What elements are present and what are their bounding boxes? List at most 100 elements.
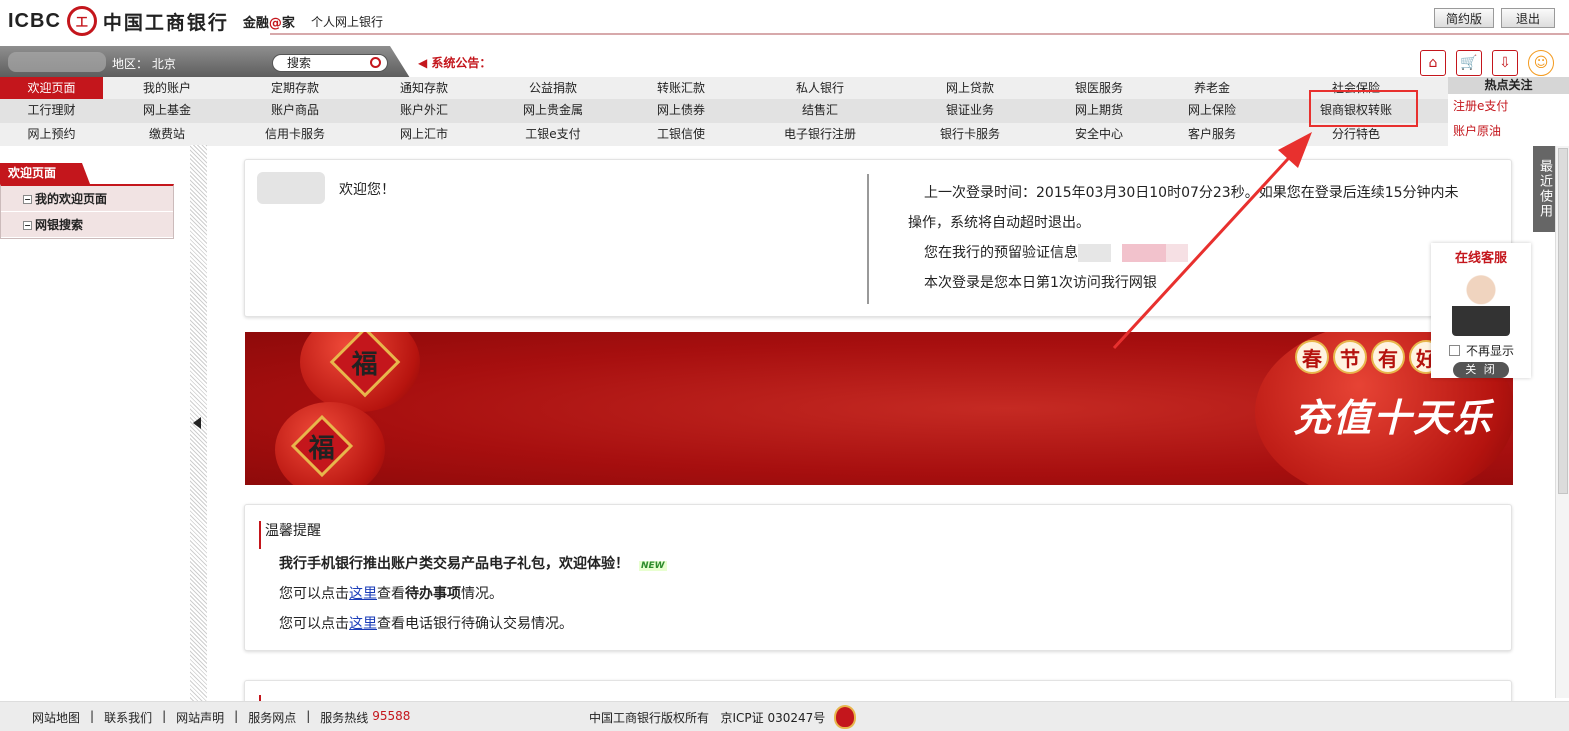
last-login: 上一次登录时间：2015年03月30日10时07分23秒。如果您在登录后连续15… [924,185,1459,201]
bank-logo[interactable]: ICBC 工 中国工商银行 金融@家 个人网上银行 [8,6,383,36]
location-bar: 地区： 北京 搜索 [0,46,410,78]
new-badge: NEW [639,561,667,571]
police-badge-icon[interactable] [834,705,856,729]
download-icon[interactable]: ⇩ [1492,50,1518,76]
nav-fund[interactable]: 网上基金 [103,99,231,123]
scrollbar-thumb[interactable] [1558,148,1568,494]
cart-icon[interactable]: 🛒 [1456,50,1482,76]
nav-precious-metal[interactable]: 网上贵金属 [489,99,617,123]
nav-transfer[interactable]: 转账汇款 [617,77,745,99]
hot-item-oil[interactable]: 账户原油 [1448,119,1569,144]
nav-my-account[interactable]: 我的账户 [103,77,231,99]
nav-private-banking[interactable]: 私人银行 [745,77,895,99]
logo-text: ICBC [8,9,61,32]
hot-focus-title: 热点关注 [1448,77,1569,94]
nav-messenger[interactable]: 工银信使 [617,123,745,146]
headset-icon[interactable]: ☺ [1528,50,1554,76]
welcome-greeting: 欢迎您！ [339,182,395,198]
hide-checkbox[interactable]: 不再显示 [1449,342,1531,359]
slogan: 金融@家 [242,15,295,31]
hot-focus-panel: 热点关注 注册e支付 账户原油 [1448,77,1569,145]
nav-notice-deposit[interactable]: 通知存款 [359,77,489,99]
logout-button[interactable]: 退出 [1501,8,1555,28]
visit-count: 本次登录是您本日第1次访问我行网银 [924,275,1157,291]
search-icon[interactable] [370,57,381,68]
bank-name: 中国工商银行 [102,11,229,34]
nav-fx-settlement[interactable]: 结售汇 [745,99,895,123]
footer-contact[interactable]: 联系我们 [104,709,152,726]
nav-securities[interactable]: 银证业务 [895,99,1045,123]
quick-icon-bar: ⌂ 🛒 ⇩ ☺ [1420,50,1554,76]
tips-title: 温馨提醒 [259,521,321,549]
sidebar-item-my-welcome[interactable]: − 我的欢迎页面 [1,186,173,212]
nav-pension[interactable]: 养老金 [1153,77,1271,99]
nav-row-1: 欢迎页面 我的账户 定期存款 通知存款 公益捐款 转账汇款 私人银行 网上贷款 … [0,77,1448,99]
nav-credit-card[interactable]: 信用卡服务 [231,123,359,146]
nav-bonds[interactable]: 网上债券 [617,99,745,123]
online-service-widget: 在线客服 不再显示 关 闭 [1431,243,1531,378]
hotline-number: 95588 [372,709,411,723]
nav-welcome[interactable]: 欢迎页面 [0,77,103,99]
login-info: 上一次登录时间：2015年03月30日10时07分23秒。如果您在登录后连续15… [908,178,1493,298]
cs-close-button[interactable]: 关 闭 [1453,362,1509,378]
nav-epay[interactable]: 工银e支付 [489,123,617,146]
icp-number[interactable]: 京ICP证 030247号 [720,711,825,725]
agent-avatar[interactable] [1452,270,1510,336]
footer-branches[interactable]: 服务网点 [248,709,296,726]
nav-wealth[interactable]: 工行理财 [0,99,103,123]
banner-subtitle: 充值十天乐 [1292,395,1493,440]
nav-customer-service[interactable]: 客户服务 [1153,123,1271,146]
footer-statement[interactable]: 网站声明 [176,709,224,726]
tips-todo: 您可以点击这里查看待办事项情况。 [279,586,503,602]
nav-ebank-register[interactable]: 电子银行注册 [745,123,895,146]
simple-version-button[interactable]: 简约版 [1434,8,1494,28]
nav-card-service[interactable]: 银行卡服务 [895,123,1045,146]
search-input[interactable]: 搜索 [272,54,388,72]
collapse-icon[interactable]: − [23,195,32,204]
nav-insurance[interactable]: 网上保险 [1153,99,1271,123]
tips-card: 温馨提醒 我行手机银行推出账户类交易产品电子礼包，欢迎体验！ NEW 您可以点击这… [244,504,1512,651]
footer-hotline-label: 服务热线 [320,711,369,725]
user-name-blurred [257,172,325,204]
scrollbar[interactable] [1555,146,1569,698]
nav-appointment[interactable]: 网上预约 [0,123,103,146]
region-label[interactable]: 地区： 北京 [112,55,176,72]
hot-item-epay[interactable]: 注册e支付 [1448,94,1569,119]
main-nav: 欢迎页面 我的账户 定期存款 通知存款 公益捐款 转账汇款 私人银行 网上贷款 … [0,77,1448,146]
nav-medical[interactable]: 银医服务 [1045,77,1153,99]
nav-account-forex[interactable]: 账户外汇 [359,99,489,123]
verification-info: 您在我行的预留验证信息 [908,238,1493,268]
nav-row-2: 工行理财 网上基金 账户商品 账户外汇 网上贵金属 网上债券 结售汇 银证业务 … [0,99,1448,123]
home-icon[interactable]: ⌂ [1420,50,1446,76]
nav-donation[interactable]: 公益捐款 [489,77,617,99]
collapse-icon[interactable]: − [23,221,32,230]
promo-banner[interactable]: 福 福 春节有好 充值十天乐 [245,332,1513,485]
top-header: ICBC 工 中国工商银行 金融@家 个人网上银行 简约版 退出 [0,0,1569,44]
banner-headline: 春节有好 [1295,340,1443,374]
header-divider [270,33,1569,35]
nav-fx-market[interactable]: 网上汇市 [359,123,489,146]
sidebar-menu: − 我的欢迎页面 − 网银搜索 [0,184,174,239]
nav-payment[interactable]: 缴费站 [103,123,231,146]
footer-links: 网站地图 | 联系我们 | 网站声明 | 服务网点 | 服务热线 95588 [32,709,411,726]
nav-security-center[interactable]: 安全中心 [1045,123,1153,146]
phone-bank-link[interactable]: 这里 [349,616,377,632]
welcome-card: 欢迎您！ 上一次登录时间：2015年03月30日10时07分23秒。如果您在登录… [244,159,1512,317]
nav-online-loan[interactable]: 网上贷款 [895,77,1045,99]
checkbox-icon[interactable] [1449,345,1460,356]
system-notice[interactable]: ◀ 系统公告： [418,54,491,71]
footer-sitemap[interactable]: 网站地图 [32,709,80,726]
todo-link[interactable]: 这里 [349,586,377,602]
sidebar-item-search[interactable]: − 网银搜索 [1,212,173,238]
nav-futures[interactable]: 网上期货 [1045,99,1153,123]
recent-use-tab[interactable]: 最近使用 [1533,146,1555,232]
nav-account-commodity[interactable]: 账户商品 [231,99,359,123]
tips-headline: 我行手机银行推出账户类交易产品电子礼包，欢迎体验！ NEW [279,556,667,572]
highlight-annotation-box [1309,90,1418,127]
timeout-note: 操作，系统将自动超时退出。 [908,215,1090,231]
nav-fixed-deposit[interactable]: 定期存款 [231,77,359,99]
sidebar-title: 欢迎页面 [0,163,90,184]
user-name-blurred [8,52,106,72]
collapse-left-icon[interactable] [193,417,201,429]
icbc-logo-icon: 工 [66,6,97,36]
